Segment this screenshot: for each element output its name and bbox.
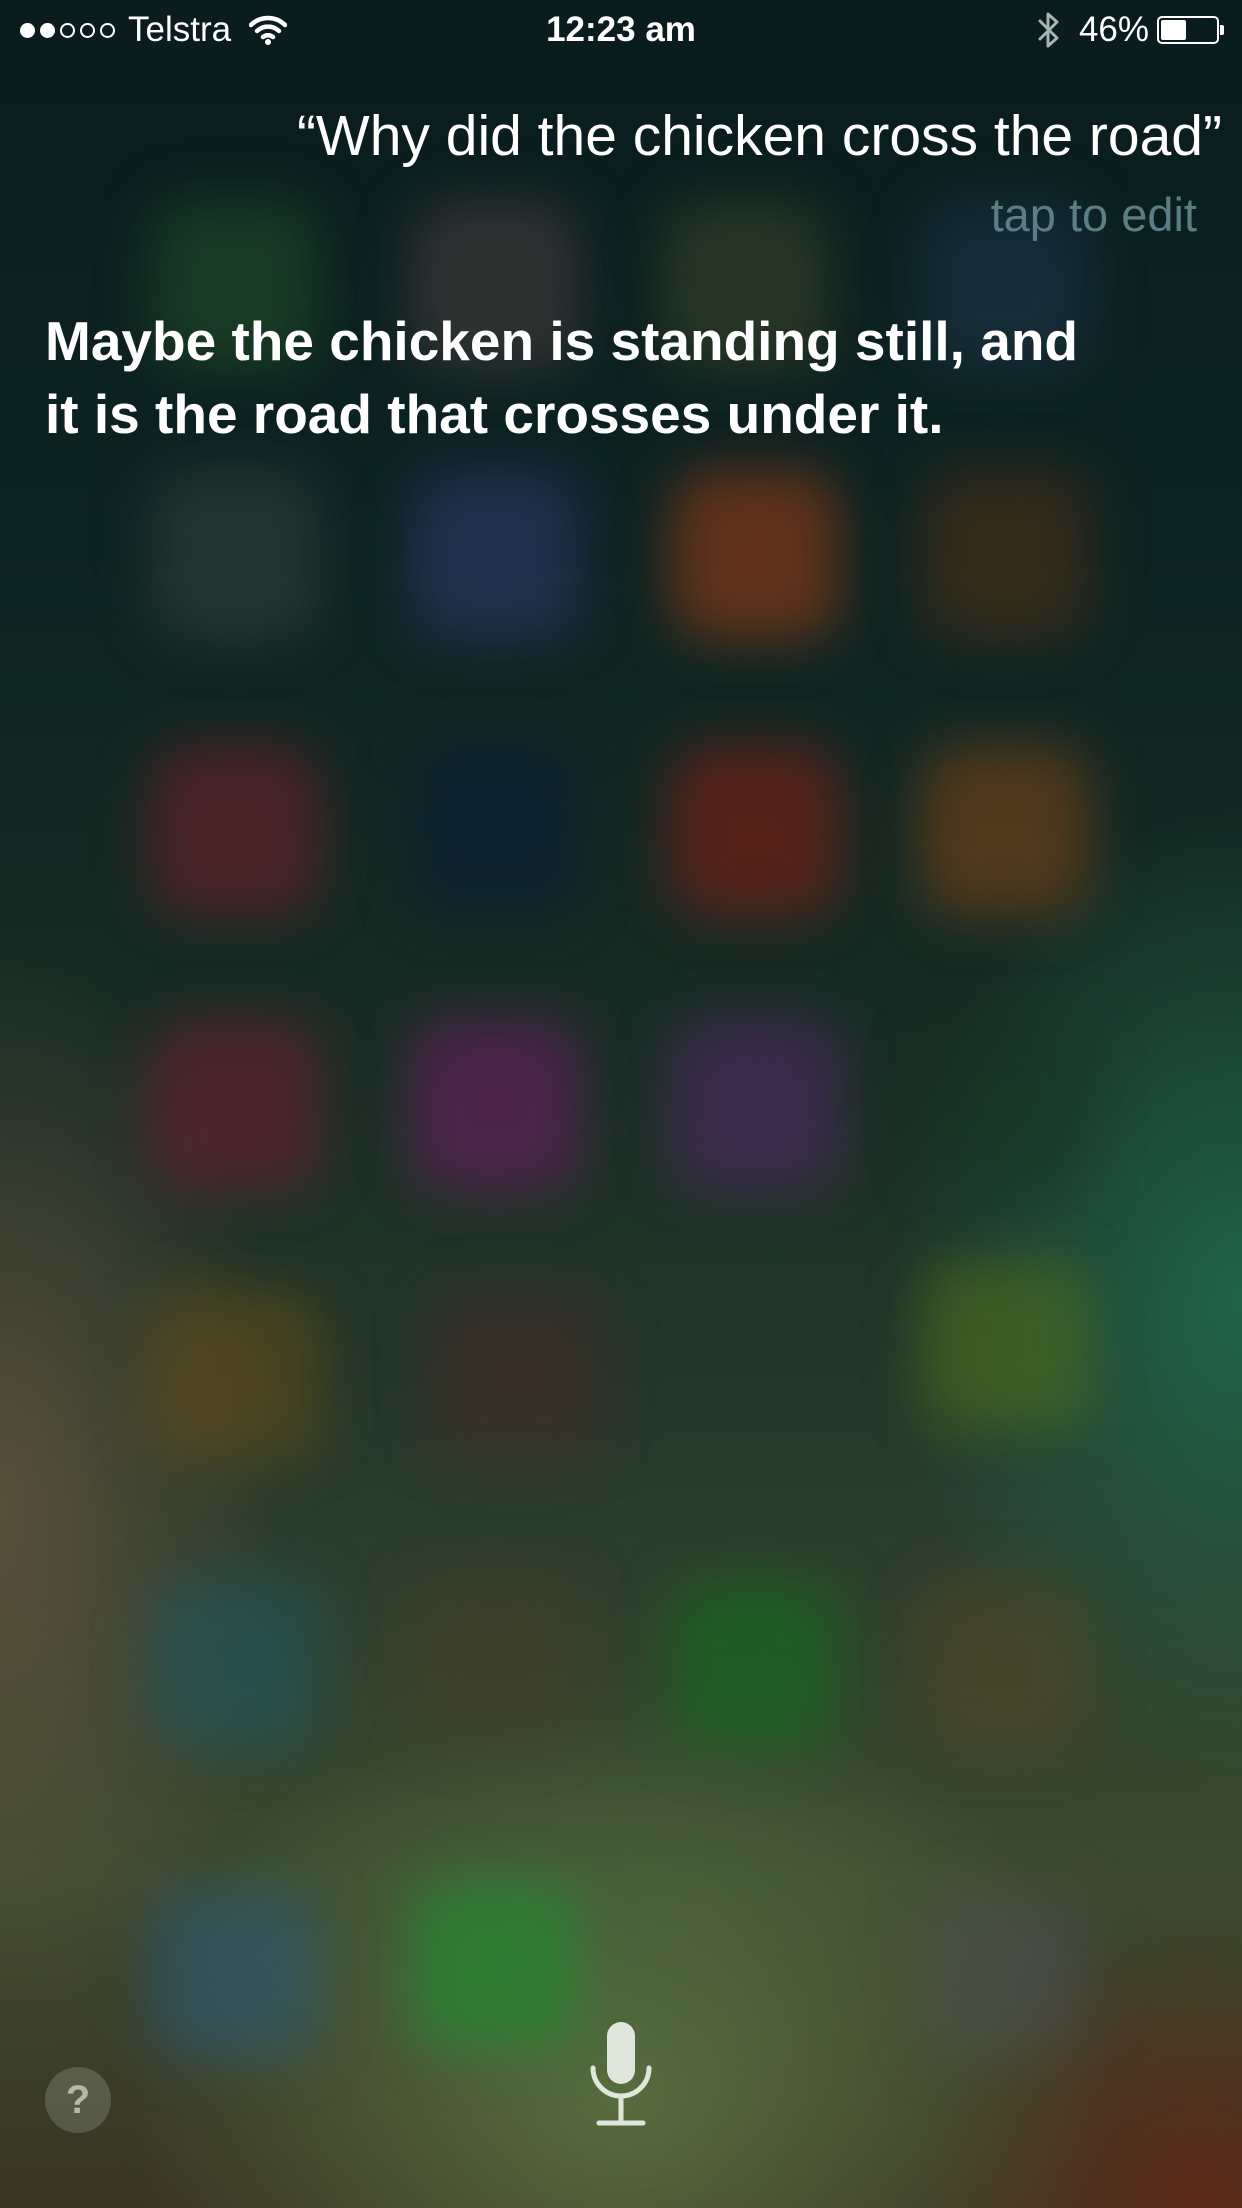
- blurred-app-icon: [410, 470, 580, 640]
- blurred-dock-icon: [410, 1880, 580, 2050]
- battery-tip: [1220, 25, 1224, 35]
- help-button[interactable]: ?: [45, 2067, 111, 2133]
- blurred-app-icon: [150, 1580, 320, 1750]
- help-button-label: ?: [65, 2077, 91, 2122]
- bluetooth-icon: [1038, 12, 1059, 48]
- blurred-dock-icon: [150, 1890, 320, 2060]
- blurred-app-icon: [920, 470, 1090, 640]
- blurred-app-icon: [920, 1020, 1090, 1190]
- blurred-app-icon: [920, 1260, 1090, 1430]
- blurred-app-icon: [920, 1580, 1090, 1750]
- status-bar: Telstra 12:23 am 46%: [0, 0, 1242, 60]
- battery-level-fill: [1161, 20, 1186, 40]
- blurred-app-icon: [410, 1020, 580, 1190]
- siri-response-text: Maybe the chicken is standing still, and…: [45, 310, 1079, 445]
- blurred-app-icon: [410, 1570, 580, 1740]
- tap-to-edit-link[interactable]: tap to edit: [991, 187, 1197, 242]
- blurred-app-icon: [920, 745, 1090, 915]
- blurred-app-icon: [150, 470, 320, 640]
- blurred-app-icon: [150, 1020, 320, 1190]
- blurred-app-icon: [150, 745, 320, 915]
- siri-query-text[interactable]: “Why did the chicken cross the road”: [297, 103, 1222, 169]
- blurred-dock-icon: [920, 1890, 1090, 2060]
- blurred-app-icon: [410, 745, 580, 915]
- blurred-app-icon: [670, 1020, 840, 1190]
- blurred-app-icon: [150, 1290, 320, 1460]
- microphone-icon[interactable]: [585, 2018, 657, 2130]
- blurred-app-icon: [670, 1580, 840, 1750]
- blurred-app-icon: [670, 470, 840, 640]
- battery-icon: [1157, 16, 1219, 44]
- blurred-app-icon: [670, 745, 840, 915]
- right-status-group: 46%: [1037, 8, 1224, 52]
- battery-percentage: 46%: [1078, 10, 1149, 49]
- blurred-app-icon: [430, 1290, 600, 1460]
